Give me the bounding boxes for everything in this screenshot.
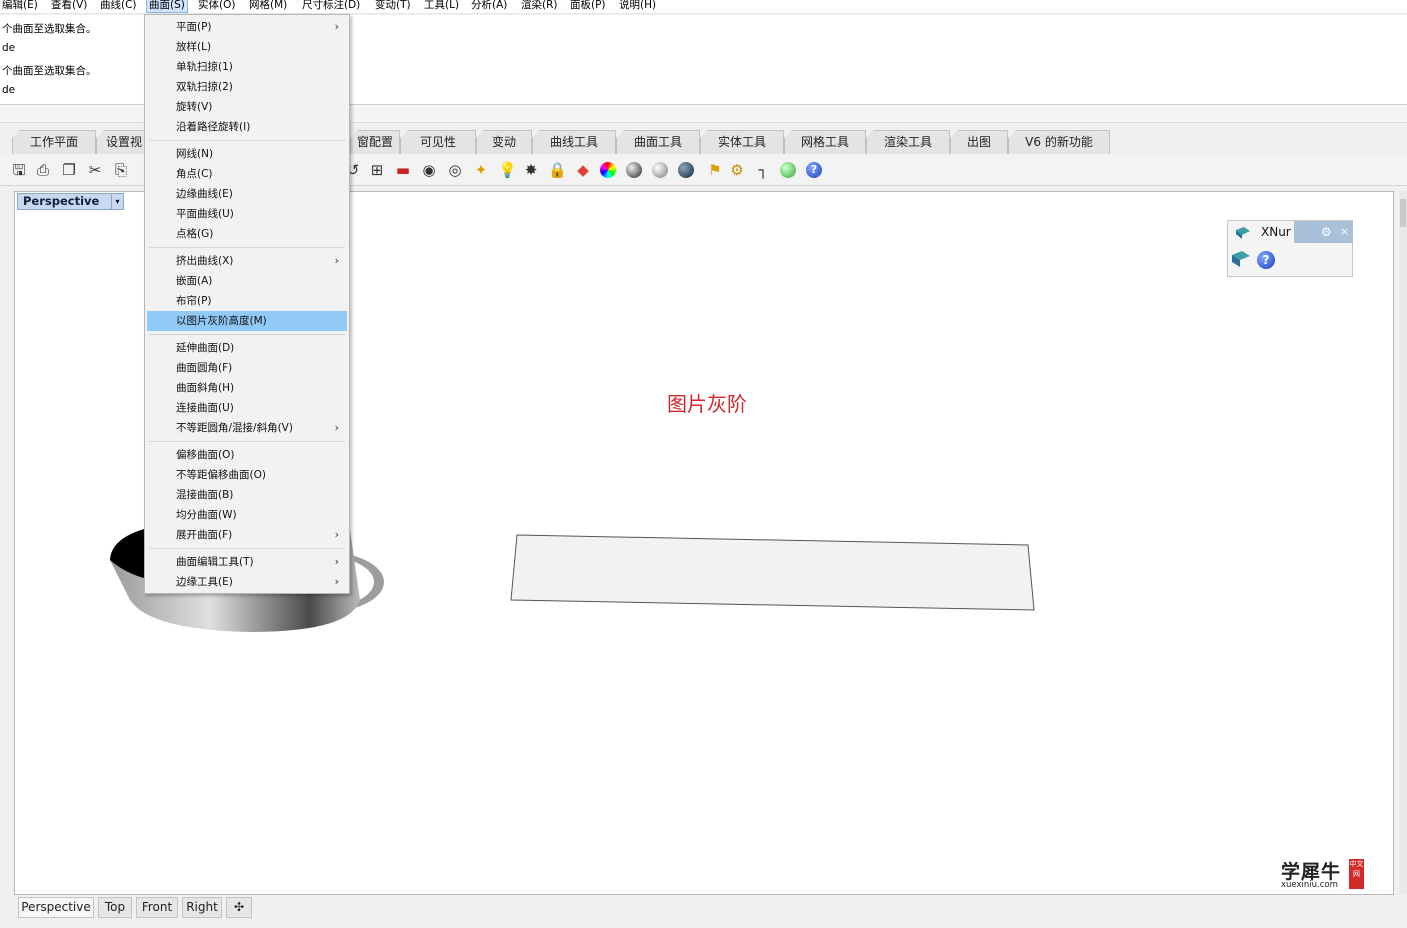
menu-item-drape[interactable]: 布帘(P) (147, 291, 347, 311)
menu-item-loft[interactable]: 放样(L) (147, 37, 347, 57)
menu-item-revolve[interactable]: 旋转(V) (147, 97, 347, 117)
menu-item-patch[interactable]: 嵌面(A) (147, 271, 347, 291)
xnurbs-title: XNur (1261, 225, 1291, 239)
menu-item-chamfer-surface[interactable]: 曲面斜角(H) (147, 378, 347, 398)
menu-item-label: 偏移曲面(O) (176, 449, 235, 461)
menu-item-label: 放样(L) (176, 41, 212, 53)
menu-item-sweep2[interactable]: 双轨扫掠(2) (147, 77, 347, 97)
menu-item-label: 单轨扫掠(1) (176, 61, 233, 73)
menu-item-label: 曲面圆角(F) (176, 362, 233, 374)
menu-separator (149, 548, 345, 549)
menu-item-label: 双轨扫掠(2) (176, 81, 233, 93)
menu-separator (149, 140, 345, 141)
submenu-arrow-icon: › (334, 20, 339, 33)
menu-item-label: 嵌面(A) (176, 275, 213, 287)
watermark-logo: 学犀牛 xuexiniu.com 中文网 (1277, 855, 1373, 893)
menu-item-label: 边缘工具(E) (176, 576, 233, 588)
gear-icon[interactable]: ⚙ (1321, 225, 1332, 239)
scrollbar-thumb[interactable] (1400, 199, 1406, 227)
close-icon[interactable]: × (1340, 225, 1349, 238)
xnurbs-command-icon[interactable] (1231, 250, 1251, 268)
xnurbs-surface-icon[interactable] (1235, 226, 1251, 240)
menu-item-point-grid[interactable]: 点格(G) (147, 224, 347, 244)
menu-item-match-surface[interactable]: 连接曲面(U) (147, 398, 347, 418)
menu-item-label: 沿着路径旋转(I) (176, 121, 251, 133)
menu-item-label: 角点(C) (176, 168, 213, 180)
menu-item-label: 旋转(V) (176, 101, 213, 113)
menu-item-variable-fillet[interactable]: 不等距圆角/混接/斜角(V) › (147, 418, 347, 438)
viewport-tab-right[interactable]: Right (182, 897, 222, 918)
menu-item-label: 平面(P) (176, 21, 212, 33)
viewport-tab-top[interactable]: Top (98, 897, 132, 918)
annotation-caption: 图片灰阶 (667, 392, 747, 416)
menu-item-unroll-surface[interactable]: 展开曲面(F) › (147, 525, 347, 545)
menu-item-edge-tools[interactable]: 边缘工具(E) › (147, 572, 347, 592)
submenu-arrow-icon: › (334, 528, 339, 541)
menu-item-surface-edit-tools[interactable]: 曲面编辑工具(T) › (147, 552, 347, 572)
watermark-seal: 中文网 (1349, 859, 1364, 889)
menu-item-label: 平面曲线(U) (176, 208, 234, 220)
viewport-tab-front[interactable]: Front (136, 897, 178, 918)
menu-item-label: 连接曲面(U) (176, 402, 234, 414)
submenu-arrow-icon: › (334, 254, 339, 267)
menu-item-label: 混接曲面(B) (176, 489, 234, 501)
help-icon[interactable]: ? (1257, 251, 1275, 269)
menu-item-label: 曲面斜角(H) (176, 382, 235, 394)
menu-item-heightfield-from-image[interactable]: 以图片灰阶高度(M) (147, 311, 347, 331)
menu-item-rail-revolve[interactable]: 沿着路径旋转(I) (147, 117, 347, 137)
menu-item-blend-surface[interactable]: 混接曲面(B) (147, 485, 347, 505)
menu-item-network[interactable]: 网线(N) (147, 144, 347, 164)
menu-item-sweep1[interactable]: 单轨扫掠(1) (147, 57, 347, 77)
menu-item-corner-points[interactable]: 角点(C) (147, 164, 347, 184)
menu-item-fillet-surface[interactable]: 曲面圆角(F) (147, 358, 347, 378)
right-scrollbar[interactable] (1399, 191, 1407, 895)
menu-separator (149, 441, 345, 442)
menu-item-variable-offset[interactable]: 不等距偏移曲面(O) (147, 465, 347, 485)
menu-item-label: 网线(N) (176, 148, 214, 160)
grayscale-height-plane[interactable] (510, 534, 1035, 611)
add-viewport-tab-icon[interactable]: ✣ (226, 897, 252, 918)
menu-item-label: 布帘(P) (176, 295, 212, 307)
surface-menu: 平面(P) › 放样(L) 单轨扫掠(1) 双轨扫掠(2) 旋转(V) 沿着路径旋… (144, 14, 350, 594)
menu-item-extrude-curve[interactable]: 挤出曲线(X) › (147, 251, 347, 271)
menu-item-offset-surface[interactable]: 偏移曲面(O) (147, 445, 347, 465)
menu-item-label: 曲面编辑工具(T) (176, 556, 254, 568)
menu-item-label: 不等距偏移曲面(O) (176, 469, 266, 481)
menu-item-label: 延伸曲面(D) (176, 342, 235, 354)
menu-separator (149, 334, 345, 335)
menu-item-label: 展开曲面(F) (176, 529, 233, 541)
menu-item-label: 均分曲面(W) (176, 509, 237, 521)
menu-item-edge-curves[interactable]: 边缘曲线(E) (147, 184, 347, 204)
menu-item-label: 点格(G) (176, 228, 214, 240)
submenu-arrow-icon: › (334, 421, 339, 434)
menu-item-plane[interactable]: 平面(P) › (147, 17, 347, 37)
menu-item-extend-surface[interactable]: 延伸曲面(D) (147, 338, 347, 358)
menu-item-planar-curves[interactable]: 平面曲线(U) (147, 204, 347, 224)
watermark-url: xuexiniu.com (1281, 880, 1338, 890)
menu-item-label: 不等距圆角/混接/斜角(V) (176, 422, 293, 434)
submenu-arrow-icon: › (334, 555, 339, 568)
menu-item-label: 边缘曲线(E) (176, 188, 233, 200)
menu-item-label: 挤出曲线(X) (176, 255, 234, 267)
submenu-arrow-icon: › (334, 575, 339, 588)
menu-separator (149, 247, 345, 248)
viewport-tab-perspective[interactable]: Perspective (18, 897, 94, 918)
menu-item-label: 以图片灰阶高度(M) (176, 315, 267, 327)
menu-item-tween-surfaces[interactable]: 均分曲面(W) (147, 505, 347, 525)
xnurbs-panel: XNur ⚙ × ? (1227, 220, 1353, 277)
